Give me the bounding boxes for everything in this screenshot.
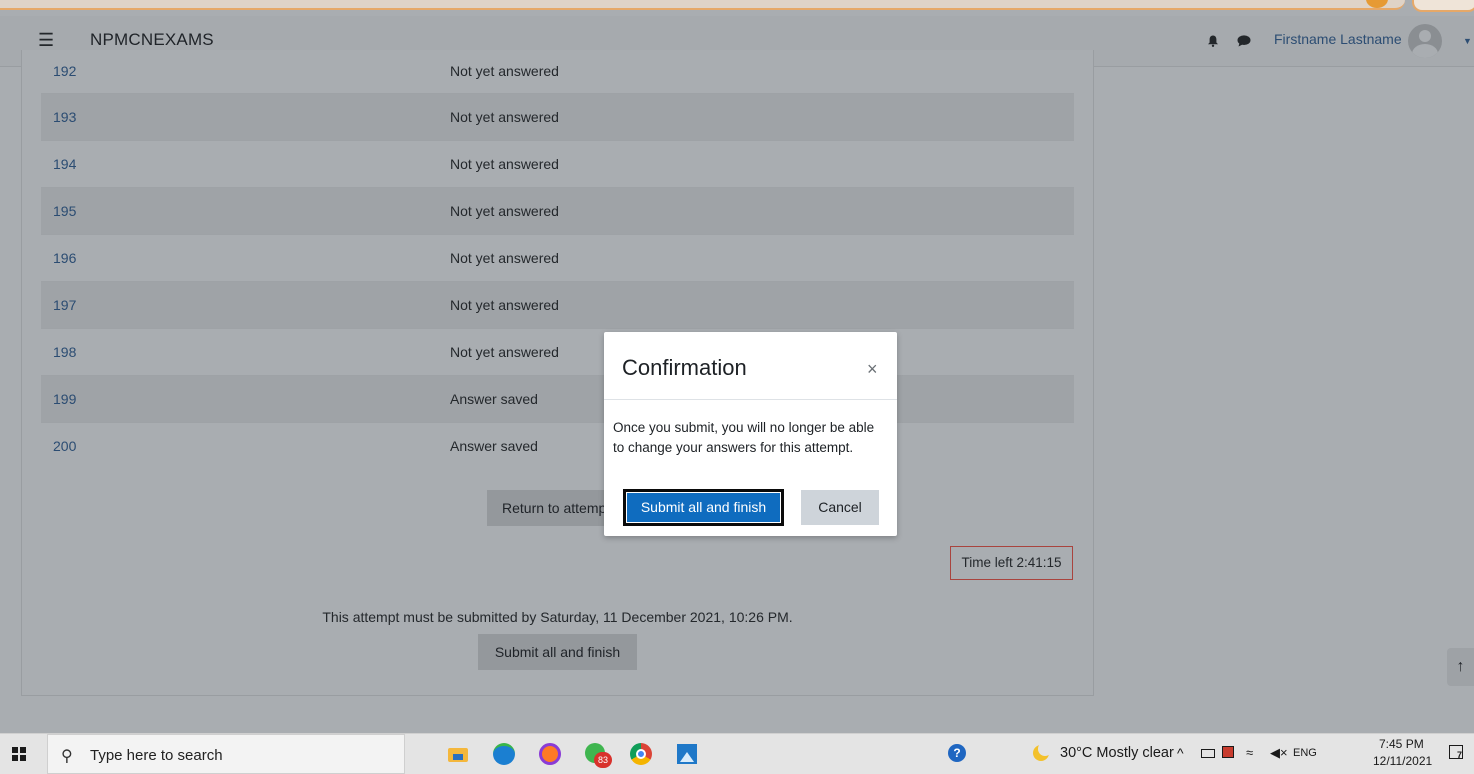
volume-muted-icon[interactable]: ◀×: [1270, 745, 1288, 761]
table-row: 195 Not yet answered: [41, 188, 1074, 235]
whatsapp-icon[interactable]: 83: [584, 742, 612, 768]
dialog-submit-button[interactable]: Submit all and finish: [623, 489, 784, 526]
table-row: 197 Not yet answered: [41, 282, 1074, 329]
question-link[interactable]: 195: [53, 203, 76, 219]
photos-icon[interactable]: [675, 742, 699, 766]
close-icon[interactable]: ×: [867, 359, 878, 380]
file-explorer-icon[interactable]: [446, 742, 470, 766]
hamburger-icon[interactable]: ☰: [38, 30, 54, 51]
whatsapp-unread-badge: 83: [594, 752, 612, 768]
site-name[interactable]: NPMCNEXAMS: [90, 30, 214, 50]
taskbar-search-input[interactable]: ⚲ Type here to search: [47, 734, 405, 774]
confirmation-dialog: Confirmation × Once you submit, you will…: [604, 332, 897, 536]
browser-strip: [0, 0, 1474, 16]
chat-icon[interactable]: [1237, 35, 1251, 47]
firefox-icon[interactable]: [538, 742, 562, 766]
notification-count: 7: [1457, 750, 1463, 760]
attempt-summary-table: 192 Not yet answered 193 Not yet answere…: [41, 50, 1074, 470]
question-status: Not yet answered: [450, 250, 559, 266]
dialog-cancel-button[interactable]: Cancel: [801, 490, 879, 525]
table-row: 192 Not yet answered: [41, 50, 1074, 94]
search-placeholder: Type here to search: [90, 747, 223, 764]
bell-icon[interactable]: [1207, 35, 1219, 47]
avatar[interactable]: [1408, 24, 1442, 58]
table-row: 194 Not yet answered: [41, 141, 1074, 188]
dialog-header: Confirmation ×: [604, 332, 897, 400]
arrow-up-icon[interactable]: ↑: [1447, 648, 1474, 686]
tray-app-icon[interactable]: [1222, 746, 1234, 758]
notification-icon[interactable]: 7: [1449, 745, 1463, 760]
table-row: 198 Not yet answered: [41, 329, 1074, 376]
avatar-head: [1419, 30, 1431, 42]
question-link[interactable]: 198: [53, 344, 76, 360]
question-link[interactable]: 199: [53, 391, 76, 407]
edge-browser-icon[interactable]: [492, 742, 516, 766]
question-status: Answer saved: [450, 391, 538, 407]
question-link[interactable]: 194: [53, 156, 76, 172]
deadline-notice: This attempt must be submitted by Saturd…: [322, 609, 793, 625]
submit-all-button[interactable]: Submit all and finish: [478, 634, 637, 670]
question-status: Not yet answered: [450, 109, 559, 125]
question-status: Not yet answered: [450, 344, 559, 360]
question-status: Not yet answered: [450, 156, 559, 172]
question-link[interactable]: 197: [53, 297, 76, 313]
clock-time[interactable]: 7:45 PM: [1379, 737, 1424, 751]
table-row: 200 Answer saved: [41, 423, 1074, 470]
windows-taskbar: ⚲ Type here to search 83 ? 30°C Mostly c…: [0, 733, 1474, 774]
dialog-message: Once you submit, you will no longer be a…: [613, 420, 875, 455]
language-indicator[interactable]: ENG: [1293, 747, 1317, 759]
chrome-icon[interactable]: [629, 742, 653, 766]
browser-extension-button[interactable]: [1412, 0, 1474, 12]
dialog-title: Confirmation: [622, 355, 747, 380]
question-status: Not yet answered: [450, 203, 559, 219]
time-left-timer: Time left 2:41:15: [950, 546, 1073, 580]
battery-icon[interactable]: [1201, 749, 1215, 758]
help-icon[interactable]: ?: [948, 744, 966, 762]
question-link[interactable]: 196: [53, 250, 76, 266]
moon-weather-icon[interactable]: [1033, 742, 1052, 761]
question-link[interactable]: 200: [53, 438, 76, 454]
table-row: 196 Not yet answered: [41, 235, 1074, 282]
question-status: Not yet answered: [450, 63, 559, 79]
chevron-down-icon[interactable]: ▼: [1463, 36, 1472, 46]
wifi-icon[interactable]: ≈: [1246, 745, 1253, 760]
avatar-body: [1412, 44, 1438, 58]
question-status: Answer saved: [450, 438, 538, 454]
user-menu-name[interactable]: Firstname Lastname: [1274, 31, 1402, 47]
question-link[interactable]: 192: [53, 63, 76, 79]
table-row: 199 Answer saved: [41, 376, 1074, 423]
chevron-up-icon[interactable]: ^: [1177, 745, 1184, 761]
weather-text[interactable]: 30°C Mostly clear: [1060, 745, 1174, 761]
windows-start-icon[interactable]: [12, 747, 26, 761]
browser-tab-edge: [0, 0, 1405, 10]
table-row: 193 Not yet answered: [41, 94, 1074, 141]
clock-date[interactable]: 12/11/2021: [1373, 754, 1432, 768]
question-link[interactable]: 193: [53, 109, 76, 125]
question-status: Not yet answered: [450, 297, 559, 313]
search-icon: ⚲: [61, 748, 73, 765]
